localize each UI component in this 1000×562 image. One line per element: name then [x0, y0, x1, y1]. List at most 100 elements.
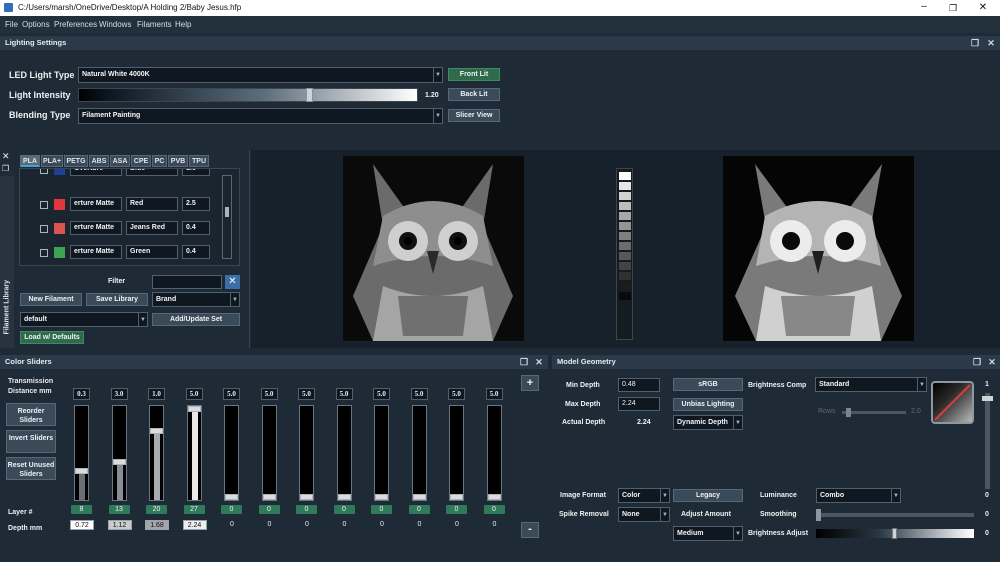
legacy-button[interactable]: Legacy	[673, 489, 743, 502]
row-checkbox[interactable]	[40, 249, 48, 257]
front-lit-button[interactable]: Front Lit	[448, 68, 500, 81]
rows-slider-thumb[interactable]	[846, 408, 851, 417]
brightness-adjust-thumb[interactable]	[892, 528, 897, 539]
color-slider[interactable]	[299, 405, 314, 501]
tab-pla[interactable]: PLA	[20, 155, 40, 167]
td-field[interactable]: 5.0	[223, 388, 240, 400]
color-slider[interactable]	[411, 405, 427, 501]
row-checkbox[interactable]	[40, 169, 48, 174]
row-value-field[interactable]: 0.4	[182, 245, 210, 259]
slider-thumb[interactable]	[375, 494, 388, 500]
tab-cpe[interactable]: CPE	[131, 155, 151, 167]
color-slider[interactable]	[111, 405, 127, 501]
tab-tpu[interactable]: TPU	[189, 155, 209, 167]
color-swatch-preview[interactable]	[931, 381, 974, 424]
tab-asa[interactable]: ASA	[110, 155, 130, 167]
slider-thumb[interactable]	[262, 494, 276, 500]
row-brand-field[interactable]: Overture	[70, 169, 122, 176]
row-value-field[interactable]: 2.5	[182, 197, 210, 211]
color-slider[interactable]	[374, 405, 389, 501]
dynamic-depth-select[interactable]: Dynamic Depth ▼	[673, 415, 743, 430]
color-slider[interactable]	[186, 405, 202, 501]
close-panel-icon[interactable]: ✕	[534, 355, 544, 369]
spike-removal-select[interactable]: None ▼	[618, 507, 670, 522]
td-field[interactable]: 5.0	[335, 388, 353, 400]
menu-options[interactable]: Options	[22, 20, 50, 29]
color-slider[interactable]	[74, 405, 89, 501]
slider-thumb[interactable]	[112, 458, 126, 465]
row-name-field[interactable]: Red	[126, 197, 178, 211]
menu-windows[interactable]: Windows	[99, 20, 131, 29]
row-value-field[interactable]: 0.4	[182, 221, 210, 235]
color-slider[interactable]	[449, 405, 464, 501]
td-field[interactable]: 5.0	[185, 388, 203, 400]
tab-pc[interactable]: PC	[152, 155, 167, 167]
menu-filaments[interactable]: Filaments	[137, 20, 172, 29]
reset-unused-sliders-button[interactable]: Reset Unused Sliders	[6, 457, 56, 480]
color-slider[interactable]	[486, 405, 502, 501]
color-slider[interactable]	[336, 405, 352, 501]
float-icon[interactable]: ❐	[970, 36, 980, 50]
float-icon[interactable]: ❐	[519, 355, 529, 369]
minimize-icon[interactable]: –	[917, 1, 931, 15]
row-checkbox[interactable]	[40, 201, 48, 209]
tab-abs[interactable]: ABS	[89, 155, 109, 167]
maximize-icon[interactable]: ❐	[946, 1, 960, 15]
td-field[interactable]: 5.0	[485, 388, 503, 400]
td-field[interactable]: 0.3	[73, 388, 90, 400]
row-brand-field[interactable]: erture Matte	[70, 221, 122, 235]
smoothing-slider[interactable]	[816, 509, 974, 521]
adjust-amount-select[interactable]: Medium ▼	[673, 526, 743, 541]
reorder-sliders-button[interactable]: Reorder Sliders	[6, 403, 56, 426]
srgb-button[interactable]: sRGB	[673, 378, 743, 391]
slider-thumb[interactable]	[75, 467, 88, 474]
vertical-slider[interactable]	[982, 393, 993, 489]
row-brand-field[interactable]: erture Matte	[70, 245, 122, 259]
slider-thumb[interactable]	[487, 494, 501, 500]
row-checkbox[interactable]	[40, 225, 48, 233]
td-field[interactable]: 5.0	[410, 388, 428, 400]
float-icon[interactable]: ❐	[972, 355, 982, 369]
td-field[interactable]: 3.0	[110, 388, 128, 400]
close-panel-icon[interactable]: ✕	[986, 36, 996, 50]
min-depth-input[interactable]: 0.48	[618, 378, 660, 392]
color-slider[interactable]	[261, 405, 277, 501]
add-update-set-button[interactable]: Add/Update Set	[152, 313, 240, 326]
slider-thumb[interactable]	[337, 494, 351, 500]
slider-thumb[interactable]	[412, 494, 426, 500]
tab-pvb[interactable]: PVB	[168, 155, 188, 167]
brand-select[interactable]: Brand ▼	[152, 292, 240, 307]
slicer-view-button[interactable]: Slicer View	[448, 109, 500, 122]
set-select[interactable]: default ▼	[20, 312, 148, 327]
remove-slider-button[interactable]: -	[521, 522, 539, 538]
row-name-field[interactable]: Jeans Red	[126, 221, 178, 235]
row-value-field[interactable]: 1.6	[182, 169, 210, 176]
row-name-field[interactable]: Green	[126, 245, 178, 259]
brightness-adjust-slider[interactable]	[816, 528, 974, 539]
slider-thumb[interactable]	[150, 428, 163, 434]
tab-pla-plus[interactable]: PLA+	[41, 155, 63, 167]
max-depth-input[interactable]: 2.24	[618, 397, 660, 411]
brightness-comp-select[interactable]: Standard ▼	[815, 377, 927, 392]
library-close-icon[interactable]: ✕	[2, 151, 10, 162]
close-window-icon[interactable]: ✕	[976, 1, 990, 15]
tab-petg[interactable]: PETG	[64, 155, 88, 167]
add-slider-button[interactable]: +	[521, 375, 539, 391]
close-panel-icon[interactable]: ✕	[987, 355, 997, 369]
menu-preferences[interactable]: Preferences	[54, 20, 97, 29]
led-type-select[interactable]: Natural White 4000K ▼	[78, 67, 443, 83]
new-filament-button[interactable]: New Filament	[20, 293, 82, 306]
library-float-icon[interactable]: ❐	[2, 164, 9, 173]
intensity-slider-thumb[interactable]	[306, 88, 314, 102]
rows-slider[interactable]	[842, 408, 906, 417]
td-field[interactable]: 5.0	[448, 388, 465, 400]
td-field[interactable]: 5.0	[373, 388, 390, 400]
list-scrollbar-thumb[interactable]	[225, 207, 229, 217]
save-library-button[interactable]: Save Library	[86, 293, 148, 306]
slider-thumb[interactable]	[300, 494, 313, 500]
row-brand-field[interactable]: erture Matte	[70, 197, 122, 211]
blending-type-select[interactable]: Filament Painting ▼	[78, 108, 443, 124]
td-field[interactable]: 5.0	[260, 388, 278, 400]
luminance-select[interactable]: Combo ▼	[816, 488, 901, 503]
unbias-lighting-button[interactable]: Unbias Lighting	[673, 398, 743, 411]
